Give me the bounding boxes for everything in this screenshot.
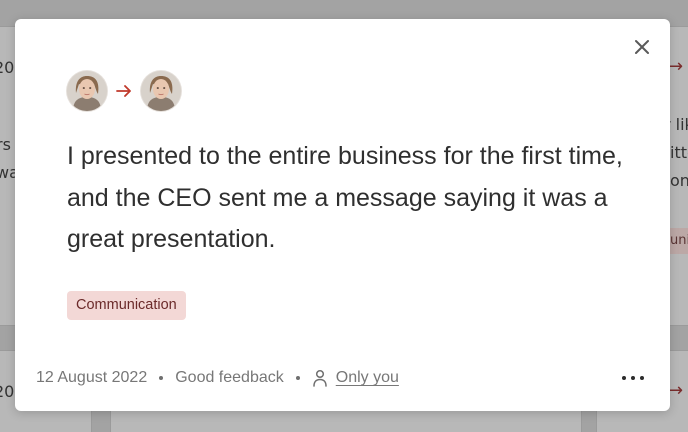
visibility-link[interactable]: Only you	[336, 369, 399, 387]
arrow-right-icon	[107, 71, 141, 111]
background-arrow-icon: →	[668, 56, 684, 77]
background-text: itte	[670, 143, 688, 162]
feedback-meta: 12 August 2022 Good feedback Only you	[36, 368, 399, 388]
feedback-message: I presented to the entire business for t…	[67, 142, 623, 253]
close-button[interactable]	[632, 37, 652, 57]
background-arrow-icon: →	[668, 380, 684, 401]
feedback-date: 12 August 2022	[36, 369, 148, 386]
giver-avatar[interactable]	[67, 71, 107, 111]
skill-tag[interactable]: Communication	[67, 291, 186, 320]
background-text: 20	[0, 58, 15, 77]
close-icon	[635, 40, 649, 54]
separator-dot	[159, 376, 164, 380]
person-icon	[312, 369, 328, 387]
separator-dot	[295, 376, 300, 380]
feedback-type: Good feedback	[175, 369, 284, 386]
more-options-button[interactable]	[622, 371, 644, 385]
feedback-detail-modal: I presented to the entire business for t…	[15, 19, 670, 411]
background-text: 20	[0, 382, 15, 401]
background-text: rs	[0, 135, 11, 154]
background-text: on	[670, 171, 688, 190]
more-horizontal-icon	[622, 376, 626, 380]
receiver-avatar[interactable]	[141, 71, 181, 111]
feedback-participants	[67, 71, 181, 111]
